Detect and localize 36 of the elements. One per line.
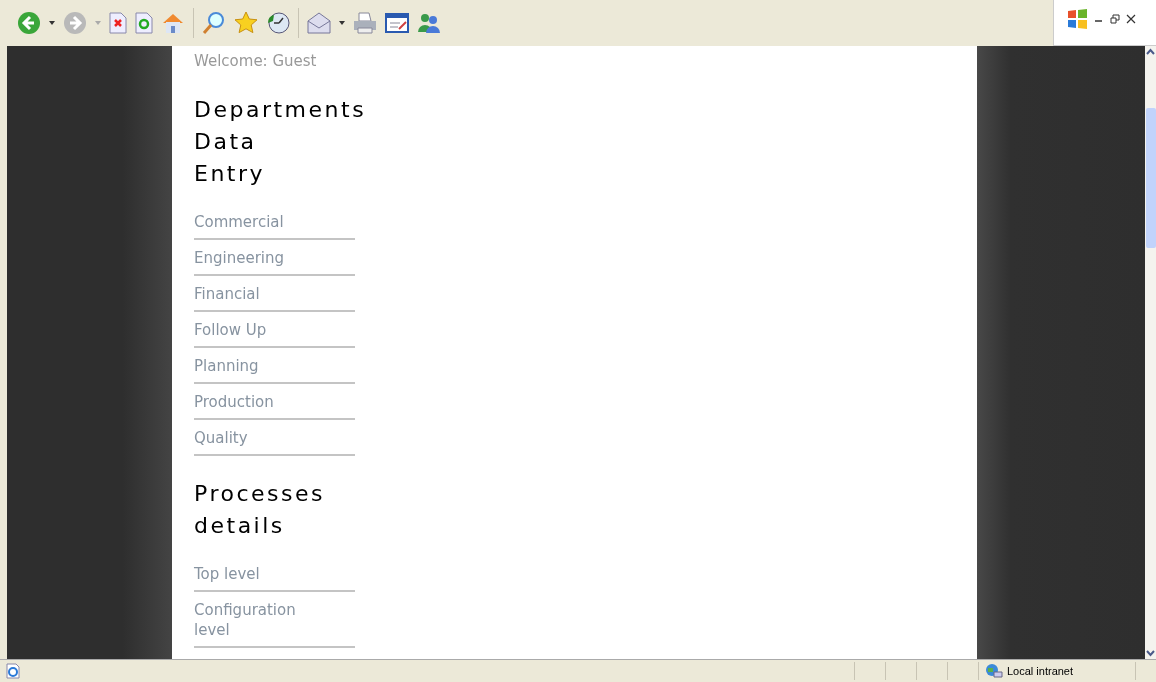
nav-link[interactable]: Planning [194, 356, 324, 376]
mail-icon[interactable] [307, 11, 331, 34]
windows-logo-icon [1066, 8, 1088, 30]
printer-icon[interactable] [353, 11, 377, 34]
nav-link[interactable]: Top level [194, 564, 324, 584]
caret-icon[interactable] [339, 20, 345, 25]
nav-link[interactable]: Configuration level [194, 600, 324, 640]
people-icon[interactable] [417, 11, 441, 34]
nav-link[interactable]: Follow Up [194, 320, 324, 340]
nav-link[interactable]: Commercial [194, 212, 324, 232]
scrollbar[interactable] [1145, 46, 1156, 659]
welcome-text: Welcome: Guest [194, 51, 318, 72]
caret-icon[interactable] [49, 20, 55, 25]
section-heading: Processes [194, 480, 326, 508]
star-icon[interactable] [234, 10, 258, 35]
section-heading: Entry [194, 160, 267, 188]
section-heading: Data [194, 128, 258, 156]
scroll-thumb[interactable] [1145, 107, 1156, 248]
close-icon[interactable] [1126, 14, 1136, 24]
page-icon [6, 663, 20, 679]
nav-link[interactable]: Engineering [194, 248, 324, 268]
edit-icon[interactable] [385, 12, 409, 33]
nav-link[interactable]: Financial [194, 284, 324, 304]
history-icon[interactable] [266, 10, 290, 35]
refresh-icon[interactable] [135, 11, 153, 34]
section-heading: details [194, 512, 286, 540]
search-icon[interactable] [202, 10, 226, 35]
restore-icon[interactable] [1110, 14, 1120, 24]
zone-label: Local intranet [1007, 665, 1074, 677]
stop-icon[interactable] [109, 11, 127, 34]
back-icon[interactable] [17, 10, 41, 35]
nav-link[interactable]: Quality [194, 428, 324, 448]
nav-link[interactable]: Production [194, 392, 324, 412]
forward-icon[interactable] [63, 10, 87, 35]
section-heading: Departments [194, 96, 364, 124]
network-icon [985, 663, 1003, 679]
